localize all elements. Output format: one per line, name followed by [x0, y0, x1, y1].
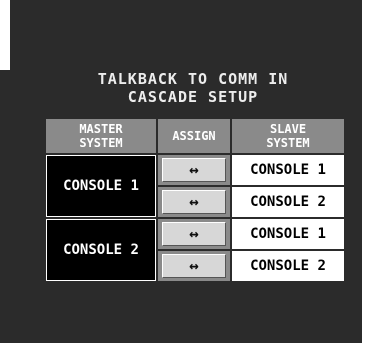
slave-console-cell: CONSOLE 2 [232, 251, 344, 281]
header-master-system: MASTER SYSTEM [46, 119, 156, 153]
header-master-line2: SYSTEM [79, 136, 123, 150]
cascade-setup-panel: TALKBACK TO COMM IN CASCADE SETUP MASTER… [0, 0, 366, 343]
slave-console-cell: CONSOLE 2 [232, 187, 344, 217]
assign-button-m1-s1[interactable]: ↔ [162, 158, 226, 182]
assign-cell: ↔ [158, 187, 230, 217]
assign-cell: ↔ [158, 219, 230, 249]
header-assign: ASSIGN [158, 119, 230, 153]
matrix-row: CONSOLE 1 ↔ CONSOLE 1 [46, 155, 344, 217]
slave-console-cell: CONSOLE 1 [232, 219, 344, 249]
assign-matrix: MASTER SYSTEM ASSIGN SLAVE SYSTEM CONSOL… [44, 117, 346, 283]
slave-console-cell: CONSOLE 1 [232, 155, 344, 185]
title-line-2: CASCADE SETUP [127, 88, 259, 106]
matrix-row: CONSOLE 2 ↔ CONSOLE 1 [46, 219, 344, 281]
header-master-line1: MASTER [79, 122, 123, 136]
assign-cell: ↔ [158, 155, 230, 185]
header-row: MASTER SYSTEM ASSIGN SLAVE SYSTEM [46, 119, 344, 153]
assign-button-m1-s2[interactable]: ↔ [162, 190, 226, 214]
master-console-2: CONSOLE 2 [46, 219, 156, 281]
master-console-1: CONSOLE 1 [46, 155, 156, 217]
assign-button-m2-s1[interactable]: ↔ [162, 222, 226, 246]
assign-button-m2-s2[interactable]: ↔ [162, 254, 226, 278]
panel-notch [0, 0, 10, 70]
header-slave-line2: SYSTEM [266, 136, 310, 150]
header-slave-line1: SLAVE [269, 122, 307, 136]
right-edge [362, 0, 366, 343]
header-slave-system: SLAVE SYSTEM [232, 119, 344, 153]
assign-cell: ↔ [158, 251, 230, 281]
title-line-1: TALKBACK TO COMM IN [97, 70, 289, 88]
